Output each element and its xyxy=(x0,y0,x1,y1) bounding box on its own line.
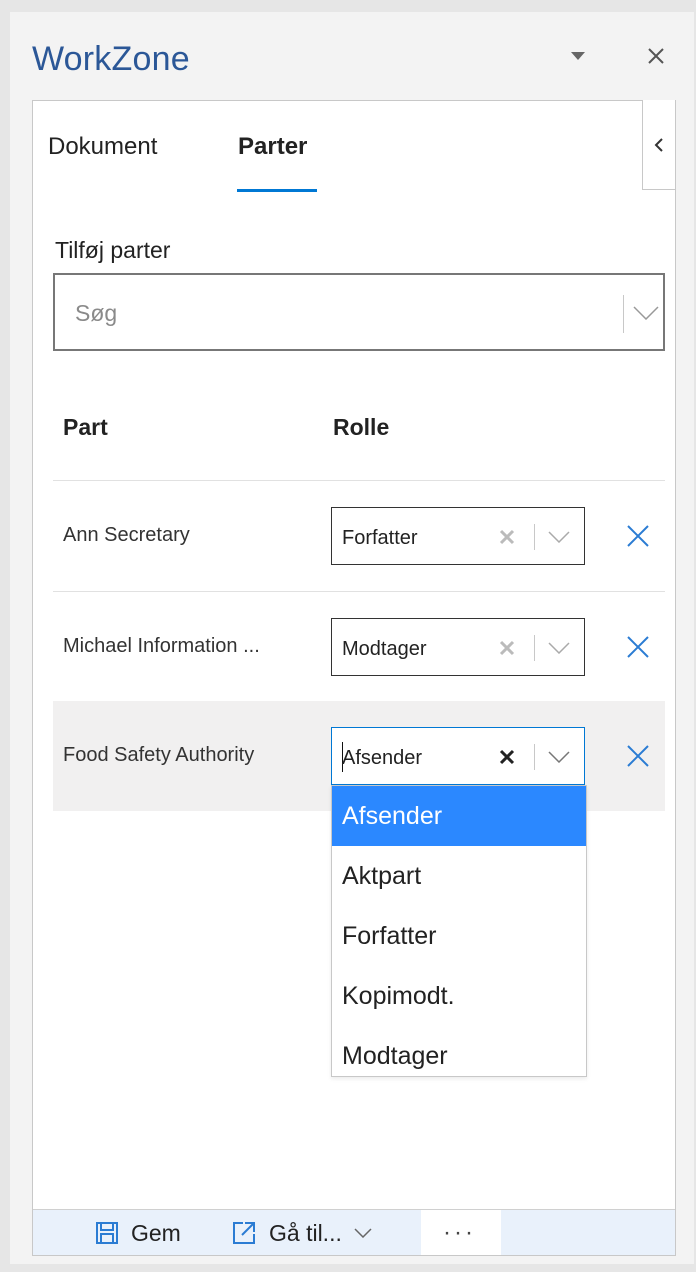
more-options-button[interactable]: ··· xyxy=(443,1210,476,1256)
remove-party-button[interactable] xyxy=(613,511,663,561)
party-name: Michael Information ... xyxy=(63,635,260,657)
role-value: Forfatter xyxy=(342,527,418,549)
tab-dokument[interactable]: Dokument xyxy=(48,133,157,161)
role-divider xyxy=(534,635,535,661)
goto-label: Gå til... xyxy=(269,1219,342,1246)
tab-parter[interactable]: Parter xyxy=(238,133,307,161)
save-label: Gem xyxy=(131,1219,181,1246)
role-value: Afsender xyxy=(342,747,423,769)
close-icon xyxy=(648,48,664,64)
chevron-down-icon xyxy=(548,751,570,763)
clear-role-button[interactable] xyxy=(494,744,520,770)
save-button[interactable]: Gem xyxy=(95,1210,181,1256)
role-option-aktpart[interactable]: Aktpart xyxy=(332,846,586,906)
role-option-modtager[interactable]: Modtager xyxy=(332,1026,586,1076)
open-external-icon xyxy=(231,1220,257,1246)
search-dropdown-button[interactable] xyxy=(629,291,663,335)
collapse-panel-button[interactable] xyxy=(642,100,676,190)
party-name: Food Safety Authority xyxy=(63,744,255,766)
clear-icon xyxy=(499,749,515,765)
role-combobox[interactable]: Modtager xyxy=(331,618,585,676)
role-value: Modtager xyxy=(342,638,427,660)
role-combobox[interactable]: Forfatter xyxy=(331,507,585,565)
role-option-afsender[interactable]: Afsender xyxy=(332,786,586,846)
chevron-down-icon xyxy=(633,306,659,320)
clear-icon xyxy=(499,529,515,545)
close-icon xyxy=(627,745,649,767)
clear-role-button[interactable] xyxy=(494,524,520,550)
add-parties-label: Tilføj parter xyxy=(55,237,171,263)
remove-party-button[interactable] xyxy=(613,622,663,672)
chevron-down-icon xyxy=(548,531,570,543)
close-icon xyxy=(627,636,649,658)
search-divider xyxy=(623,295,624,333)
party-search-box[interactable] xyxy=(53,273,665,351)
content-panel: Dokument Parter Tilføj parter Part Rolle… xyxy=(32,100,676,1256)
close-icon xyxy=(627,525,649,547)
taskpane-menu-button[interactable] xyxy=(558,36,598,76)
taskpane-header: WorkZone xyxy=(10,12,694,98)
party-search-input[interactable] xyxy=(75,295,575,331)
role-option-forfatter[interactable]: Forfatter xyxy=(332,906,586,966)
clear-role-button[interactable] xyxy=(494,635,520,661)
chevron-down-icon xyxy=(354,1228,372,1238)
party-row: Ann Secretary Forfatter xyxy=(53,481,665,591)
role-dropdown-list: Afsender Aktpart Forfatter Kopimodt. Mod… xyxy=(331,785,587,1077)
caret-down-icon xyxy=(571,52,585,60)
remove-party-button[interactable] xyxy=(613,731,663,781)
role-dropdown-button[interactable] xyxy=(542,742,576,772)
role-combobox-active[interactable]: Afsender xyxy=(331,727,585,785)
role-option-kopimodt[interactable]: Kopimodt. xyxy=(332,966,586,1026)
workzone-taskpane: WorkZone Dokument Parter Tilføj parter P… xyxy=(10,12,694,1264)
role-dropdown-button[interactable] xyxy=(542,633,576,663)
role-dropdown-button[interactable] xyxy=(542,522,576,552)
party-row: Michael Information ... Modtager xyxy=(53,592,665,702)
role-divider xyxy=(534,524,535,550)
footer-toolbar: Gem Gå til... ··· xyxy=(33,1209,675,1255)
footer-background xyxy=(501,1210,675,1255)
chevron-left-icon xyxy=(654,137,663,152)
column-header-part: Part xyxy=(63,414,108,440)
clear-icon xyxy=(499,640,515,656)
goto-button[interactable]: Gå til... xyxy=(231,1210,372,1256)
role-divider xyxy=(534,744,535,770)
active-tab-indicator xyxy=(237,189,317,192)
chevron-down-icon xyxy=(548,642,570,654)
app-title: WorkZone xyxy=(32,40,190,78)
save-icon xyxy=(95,1221,119,1245)
party-name: Ann Secretary xyxy=(63,524,190,546)
taskpane-close-button[interactable] xyxy=(636,36,676,76)
column-header-rolle: Rolle xyxy=(333,414,390,440)
